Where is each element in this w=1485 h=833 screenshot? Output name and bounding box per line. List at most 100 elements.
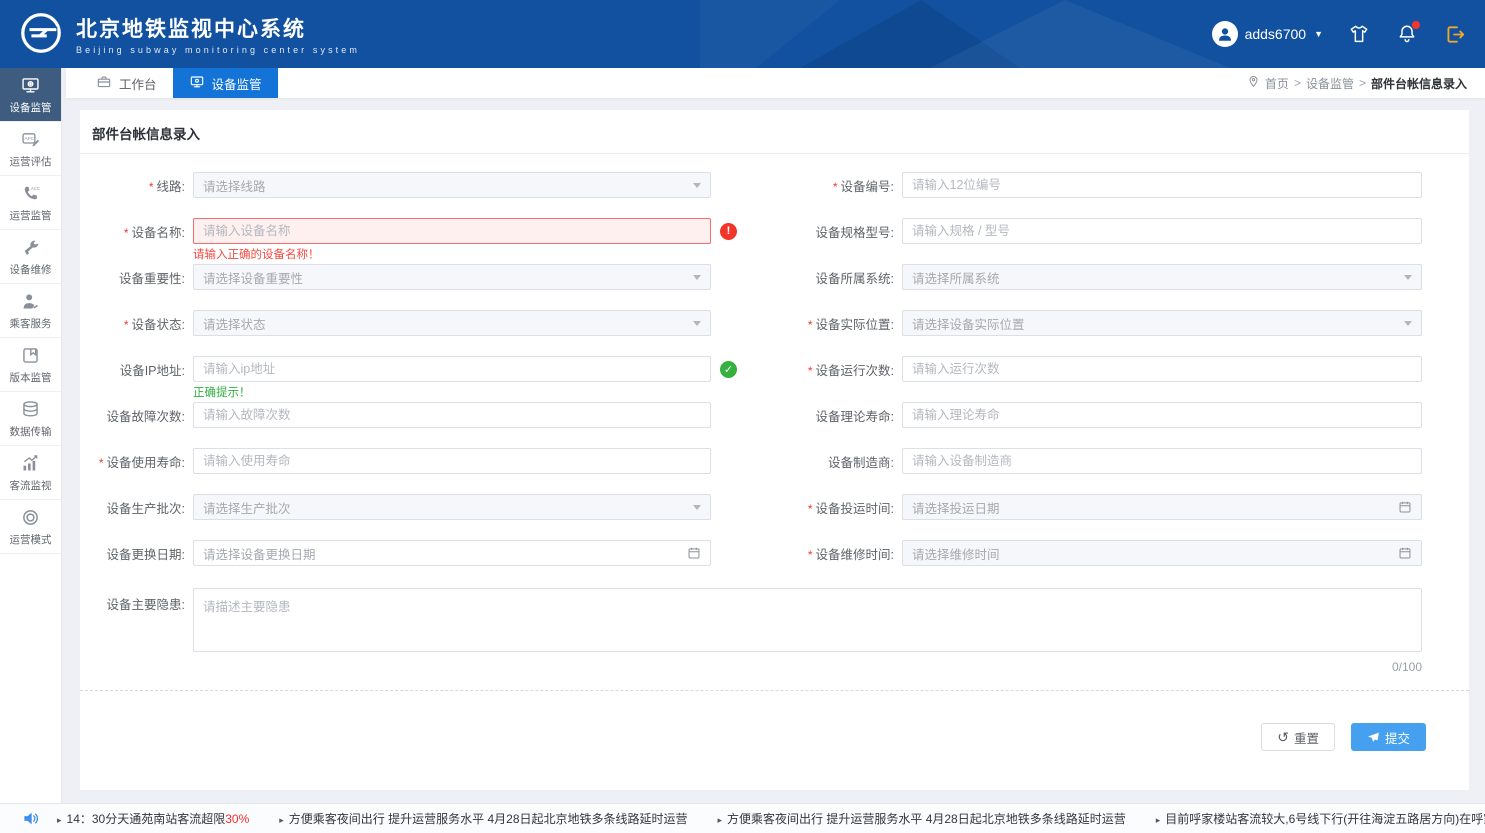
device-theoretical-life-input[interactable] <box>902 402 1422 428</box>
line-placeholder: 请选择线路 <box>203 176 693 195</box>
submit-button[interactable]: 提交 <box>1351 723 1426 751</box>
device-name-input[interactable] <box>193 218 711 244</box>
device-service-life-input-field[interactable] <box>203 454 701 468</box>
sidebar-item-operation-evaluation[interactable]: AFC 运营评估 <box>0 122 61 176</box>
device-name-row: *设备名称:!请输入正确的设备名称！ <box>80 218 772 244</box>
device-ip-input[interactable] <box>193 356 711 382</box>
device-manufacturer-input[interactable] <box>902 448 1422 474</box>
monitor-icon <box>189 74 205 93</box>
location-pin-icon <box>1247 75 1260 91</box>
ticker-highlight: 30% <box>225 812 249 826</box>
app-title: 北京地铁监视中心系统 <box>76 17 360 43</box>
breadcrumb-separator: > <box>1359 76 1366 90</box>
device-theoretical-life-input-field[interactable] <box>912 408 1412 422</box>
device-ip-row: 设备IP地址:✓正确提示！ <box>80 356 772 382</box>
device-production-batch-placeholder: 请选择生产批次 <box>203 498 693 517</box>
success-message: 正确提示！ <box>193 384 251 400</box>
breadcrumb-device-supervision[interactable]: 设备监管 <box>1306 75 1354 92</box>
device-service-life-input[interactable] <box>193 448 711 474</box>
sidebar-item-label: 运营模式 <box>10 532 52 547</box>
device-name-label: *设备名称: <box>80 222 193 241</box>
sidebar-item-device-maintenance[interactable]: 设备维修 <box>0 230 61 284</box>
sidebar-item-label: 设备维修 <box>10 262 52 277</box>
device-fault-count-input-field[interactable] <box>203 408 701 422</box>
main-area: 工作台 设备监管 首页 > 设备监管 > 部件台帐 <box>66 68 1485 803</box>
device-status-placeholder: 请选择状态 <box>203 314 693 333</box>
device-ip-label: 设备IP地址: <box>80 360 193 379</box>
device-commission-date-datepicker[interactable]: 请选择投运日期 <box>902 494 1422 520</box>
device-model-input[interactable] <box>902 218 1422 244</box>
device-hidden-danger-row: 设备主要隐患: 0/100 <box>80 588 1469 674</box>
afc-evaluate-icon: AFC <box>20 129 41 150</box>
sidebar-item-data-transmission[interactable]: 数据传输 <box>0 392 61 446</box>
device-number-input[interactable] <box>902 172 1422 198</box>
device-service-life-label: *设备使用寿命: <box>80 452 193 471</box>
ticker-item[interactable]: ▸方便乘客夜间出行 提升运营服务水平 4月28日起北京地铁多条线路延时运营 <box>279 810 687 827</box>
device-system-select[interactable]: 请选择所属系统 <box>902 264 1422 290</box>
user-menu[interactable]: adds6700 ▼ <box>1212 21 1323 47</box>
device-commission-date-row: *设备投运时间:请选择投运日期 <box>772 494 1464 520</box>
device-status-select[interactable]: 请选择状态 <box>193 310 711 336</box>
calendar-icon <box>1398 546 1412 560</box>
avatar <box>1212 21 1238 47</box>
ticker-item[interactable]: ▸目前呼家楼站客流较大,6号线下行(开往海淀五路居方向)在呼家楼站采取部分在呼家… <box>1156 810 1485 827</box>
line-select[interactable]: 请选择线路 <box>193 172 711 198</box>
ticker-item[interactable]: ▸方便乘客夜间出行 提升运营服务水平 4月28日起北京地铁多条线路延时运营 <box>718 810 1126 827</box>
svg-text:AFC: AFC <box>25 136 35 142</box>
notification-bell-icon[interactable] <box>1395 22 1419 46</box>
sidebar: 设备监管 AFC 运营评估 ACC 运营监管 设备维修 <box>0 68 62 803</box>
ticker-item[interactable]: ▸14：30分天通苑南站客流超限30% <box>57 810 249 827</box>
device-location-select[interactable]: 请选择设备实际位置 <box>902 310 1422 336</box>
device-replace-date-row: 设备更换日期:请选择设备更换日期 <box>80 540 772 566</box>
passenger-icon <box>20 291 41 312</box>
sidebar-item-label: 数据传输 <box>10 424 52 439</box>
device-form: *线路:请选择线路*设备名称:!请输入正确的设备名称！设备重要性:请选择设备重要… <box>80 154 1469 751</box>
device-fault-count-input[interactable] <box>193 402 711 428</box>
tab-device-supervision[interactable]: 设备监管 <box>173 68 278 98</box>
sidebar-item-passenger-flow-monitor[interactable]: 客流监视 <box>0 446 61 500</box>
reset-button[interactable]: ↺ 重置 <box>1261 723 1335 751</box>
device-model-input-field[interactable] <box>912 224 1412 238</box>
briefcase-icon <box>96 74 112 93</box>
device-hidden-danger-textarea[interactable] <box>193 588 1422 652</box>
form-column-left: *线路:请选择线路*设备名称:!请输入正确的设备名称！设备重要性:请选择设备重要… <box>80 172 772 586</box>
device-maintenance-date-datepicker[interactable]: 请选择维修时间 <box>902 540 1422 566</box>
sidebar-item-operation-mode[interactable]: 运营模式 <box>0 500 61 554</box>
breadcrumb-home[interactable]: 首页 <box>1265 75 1289 92</box>
database-icon <box>20 399 41 420</box>
device-run-count-input[interactable] <box>902 356 1422 382</box>
sidebar-item-passenger-service[interactable]: 乘客服务 <box>0 284 61 338</box>
logout-button[interactable] <box>1443 22 1467 46</box>
device-manufacturer-row: 设备制造商: <box>772 448 1464 474</box>
chevron-down-icon <box>1404 321 1412 326</box>
error-message: 请输入正确的设备名称！ <box>193 246 320 262</box>
device-manufacturer-input-field[interactable] <box>912 454 1412 468</box>
device-run-count-input-field[interactable] <box>912 362 1412 376</box>
sidebar-item-label: 客流监视 <box>10 478 52 493</box>
theme-skin-button[interactable] <box>1347 22 1371 46</box>
calendar-icon <box>1398 500 1412 514</box>
device-system-label: 设备所属系统: <box>772 268 902 287</box>
news-ticker: ▸14：30分天通苑南站客流超限30% ▸方便乘客夜间出行 提升运营服务水平 4月… <box>0 803 1485 833</box>
device-production-batch-select[interactable]: 请选择生产批次 <box>193 494 711 520</box>
success-icon: ✓ <box>720 361 737 378</box>
sidebar-item-operation-supervision[interactable]: ACC 运营监管 <box>0 176 61 230</box>
device-replace-date-datepicker[interactable]: 请选择设备更换日期 <box>193 540 711 566</box>
device-name-input-field[interactable] <box>203 224 701 238</box>
device-importance-select[interactable]: 请选择设备重要性 <box>193 264 711 290</box>
device-number-input-field[interactable] <box>912 178 1412 192</box>
device-system-placeholder: 请选择所属系统 <box>912 268 1404 287</box>
sidebar-item-version-supervision[interactable]: 版本监管 <box>0 338 61 392</box>
required-asterisk: * <box>124 226 129 240</box>
device-number-label: *设备编号: <box>772 176 902 195</box>
flow-chart-icon <box>20 453 41 474</box>
device-ip-input-field[interactable] <box>203 362 701 376</box>
required-asterisk: * <box>808 364 813 378</box>
subway-logo-icon <box>18 10 64 61</box>
breadcrumb: 首页 > 设备监管 > 部件台帐信息录入 <box>1247 68 1485 98</box>
app-header: 北京地铁监视中心系统 Beijing subway monitoring cen… <box>0 0 1485 68</box>
tab-workbench[interactable]: 工作台 <box>80 68 173 98</box>
sidebar-item-device-supervision[interactable]: 设备监管 <box>0 68 61 122</box>
tab-label: 工作台 <box>119 74 157 93</box>
calendar-icon <box>687 546 701 560</box>
